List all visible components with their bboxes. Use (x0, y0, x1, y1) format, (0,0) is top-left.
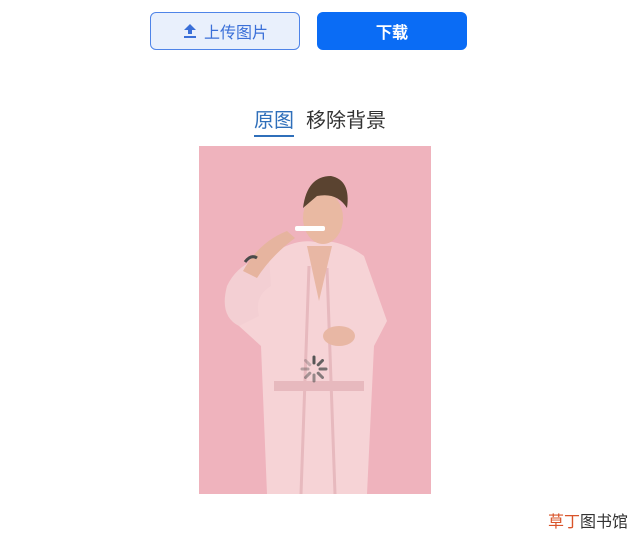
watermark-rest: 图书馆 (579, 512, 628, 531)
page: 上传图片 下载 原图 移除背景 草丁图书馆 (0, 0, 640, 556)
tab-original[interactable]: 原图 (254, 104, 294, 137)
tab-remove-background[interactable]: 移除背景 (306, 104, 386, 137)
download-button-label: 下载 (375, 23, 408, 42)
site-watermark: 草丁图书馆 (548, 508, 628, 532)
view-tabs: 原图 移除背景 (0, 104, 640, 137)
download-button[interactable]: 下载 (317, 12, 467, 50)
upload-button-label: 上传图片 (203, 23, 268, 42)
man-in-bathrobe-photo (199, 146, 431, 494)
upload-icon (183, 24, 196, 38)
upload-image-button[interactable]: 上传图片 (150, 12, 300, 50)
preview-image (199, 146, 431, 494)
watermark-accent: 草丁 (547, 512, 580, 531)
